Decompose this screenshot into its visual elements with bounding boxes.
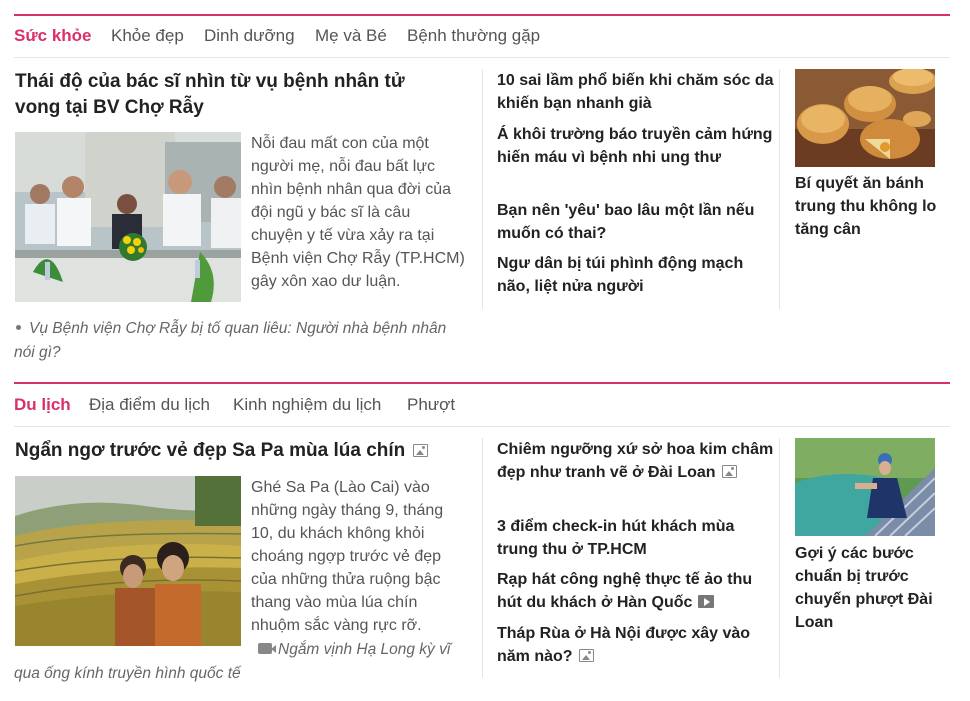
article-link[interactable]: Chiêm ngưỡng xứ sở hoa kim châm đẹp như … bbox=[497, 438, 777, 484]
section-top-border bbox=[14, 382, 950, 384]
section-nav-divider bbox=[14, 426, 950, 427]
taiwan-boardwalk-photo bbox=[795, 438, 935, 536]
nav-sub-benh-thuong-gap[interactable]: Bệnh thường gặp bbox=[407, 24, 540, 48]
lead-article-sapo: Ghé Sa Pa (Lào Cai) vào những ngày tháng… bbox=[251, 479, 444, 634]
section-top-border bbox=[14, 14, 950, 16]
photo-icon bbox=[413, 444, 429, 457]
nav-sub-dinh-duong[interactable]: Dinh dưỡng bbox=[204, 24, 295, 48]
nav-sub-khoe-dep[interactable]: Khỏe đẹp bbox=[111, 24, 184, 48]
lead-article-sapo: Nỗi đau mất con của một người mẹ, nỗi đa… bbox=[251, 135, 465, 290]
photo-icon bbox=[721, 465, 737, 478]
article-link[interactable]: Á khôi trường báo truyền cảm hứng hiến m… bbox=[497, 123, 777, 169]
article-link[interactable]: Tháp Rùa ở Hà Nội được xây vào năm nào? bbox=[497, 622, 777, 668]
side-article-title[interactable]: Bí quyết ăn bánh trung thu không lo tăng… bbox=[795, 172, 945, 241]
nav-sub-dia-diem-du-lich[interactable]: Địa điểm du lịch bbox=[89, 393, 210, 417]
mooncakes-photo bbox=[795, 69, 935, 167]
article-link[interactable]: Rạp hát công nghệ thực tế ảo thu hút du … bbox=[497, 568, 777, 614]
nav-sub-phuot[interactable]: Phượt bbox=[407, 393, 455, 417]
column-divider bbox=[482, 438, 483, 678]
section-suc-khoe: Sức khỏe Khỏe đẹp Dinh dưỡng Mẹ và Bé Bệ… bbox=[14, 14, 950, 361]
bullet-icon bbox=[16, 324, 21, 330]
article-link-text[interactable]: Tháp Rùa ở Hà Nội được xây vào năm nào? bbox=[497, 625, 750, 665]
article-link[interactable]: 3 điểm check-in hút khách mùa trung thu … bbox=[497, 515, 777, 561]
nav-category-du-lich[interactable]: Du lịch bbox=[14, 393, 71, 417]
article-link[interactable]: 10 sai lầm phổ biến khi chăm sóc da khiế… bbox=[497, 69, 777, 115]
column-divider bbox=[779, 438, 780, 678]
video-camera-icon bbox=[258, 643, 276, 654]
article-link[interactable]: Bạn nên 'yêu' bao lâu một lần nếu muốn c… bbox=[497, 199, 777, 245]
nav-sub-me-va-be[interactable]: Mẹ và Bé bbox=[315, 24, 387, 48]
related-article-text[interactable]: Vụ Bệnh viện Chợ Rẫy bị tố quan liêu: Ng… bbox=[14, 320, 446, 361]
doctors-press-conference-photo bbox=[15, 132, 241, 302]
nav-sub-kinh-nghiem-du-lich[interactable]: Kinh nghiệm du lịch bbox=[233, 393, 381, 417]
side-article-image[interactable] bbox=[795, 438, 935, 536]
lead-article-image[interactable] bbox=[15, 476, 241, 646]
lead-article-title-text[interactable]: Ngẩn ngơ trước vẻ đẹp Sa Pa mùa lúa chín bbox=[15, 440, 405, 461]
lead-article-image[interactable] bbox=[15, 132, 241, 302]
section-nav-divider bbox=[14, 57, 950, 58]
photo-icon bbox=[578, 649, 594, 662]
sapa-rice-terraces-photo bbox=[15, 476, 241, 646]
related-article-link[interactable]: Ngắm vịnh Hạ Long kỳ vĩ qua ống kính tru… bbox=[14, 638, 469, 686]
side-article-image[interactable] bbox=[795, 69, 935, 167]
column-divider bbox=[482, 69, 483, 309]
video-icon bbox=[698, 595, 715, 608]
lead-article-title[interactable]: Thái độ của bác sĩ nhìn từ vụ bệnh nhân … bbox=[15, 69, 455, 121]
related-article-text[interactable]: Ngắm vịnh Hạ Long kỳ vĩ qua ống kính tru… bbox=[14, 641, 450, 682]
side-article-title[interactable]: Gợi ý các bước chuẩn bị trước chuyến phư… bbox=[795, 542, 945, 634]
section-du-lich: Du lịch Địa điểm du lịch Kinh nghiệm du … bbox=[14, 382, 950, 701]
nav-category-suc-khoe[interactable]: Sức khỏe bbox=[14, 24, 92, 48]
lead-article-title[interactable]: Ngẩn ngơ trước vẻ đẹp Sa Pa mùa lúa chín bbox=[15, 438, 470, 464]
column-divider bbox=[779, 69, 780, 309]
related-article-link[interactable]: Vụ Bệnh viện Chợ Rẫy bị tố quan liêu: Ng… bbox=[14, 317, 464, 365]
article-link[interactable]: Ngư dân bị túi phình động mạch não, liệt… bbox=[497, 252, 777, 298]
